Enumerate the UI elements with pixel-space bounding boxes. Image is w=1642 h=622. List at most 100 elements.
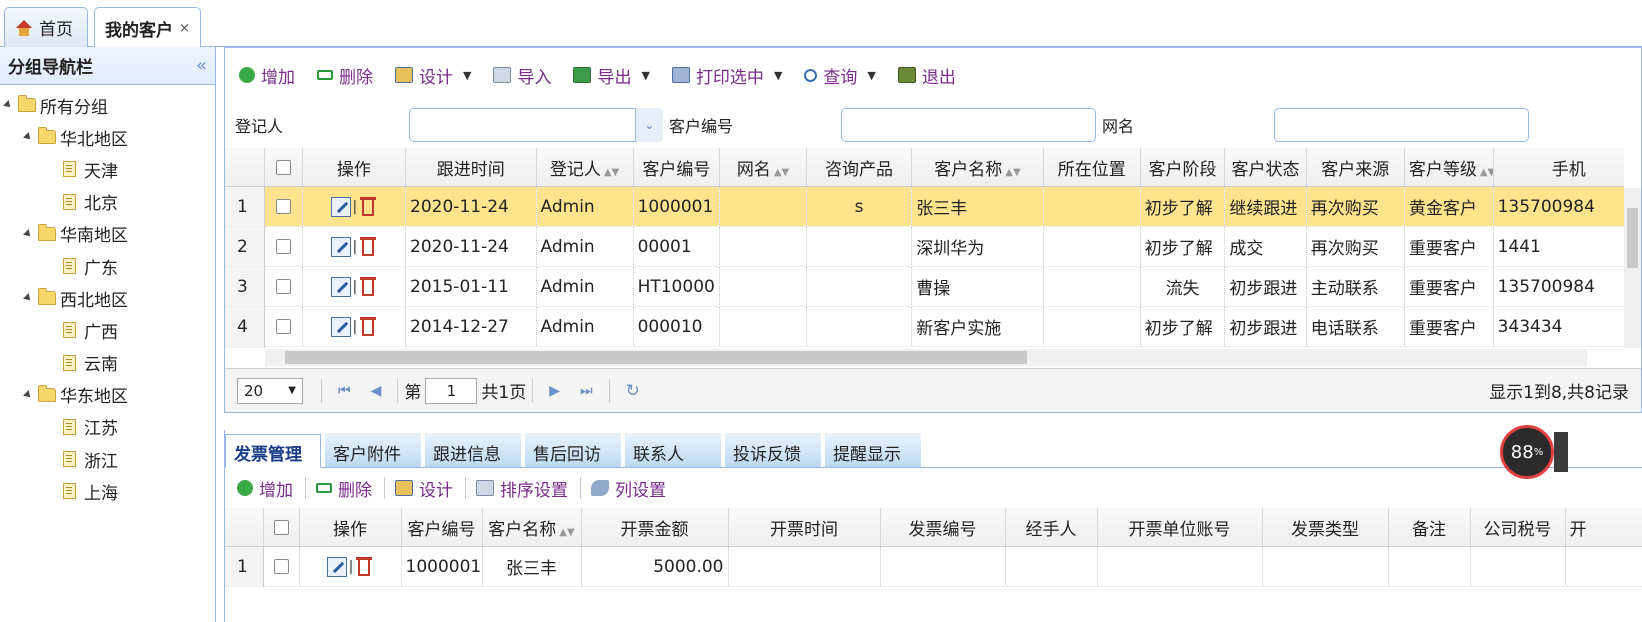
edit-icon[interactable]: [330, 196, 351, 217]
tree-node-beijing[interactable]: 北京: [0, 186, 215, 218]
select-all-checkbox[interactable]: [264, 148, 303, 187]
table-row[interactable]: 1 | 1000001 张三丰 5000.00: [225, 546, 1642, 587]
col-header-invoice-amount[interactable]: 开票金额: [581, 508, 729, 547]
tree-node-all-groups[interactable]: 所有分组: [0, 89, 215, 121]
trash-icon[interactable]: [359, 276, 377, 298]
delete-button[interactable]: 删除: [317, 63, 373, 88]
tab-attachments[interactable]: 客户附件: [325, 433, 421, 467]
tree-node-guangxi[interactable]: 广西: [0, 314, 215, 346]
tree-node-huabei[interactable]: 华北地区: [0, 121, 215, 153]
double-chevron-left-icon[interactable]: «: [196, 55, 207, 76]
col-header-account[interactable]: 开票单位账号: [1097, 508, 1263, 547]
refresh-icon[interactable]: ↻: [626, 381, 640, 401]
last-page-icon[interactable]: ⏭: [580, 383, 593, 399]
checkbox[interactable]: [275, 279, 291, 294]
dropdown-caret-icon[interactable]: ▼: [641, 69, 649, 82]
table-row[interactable]: 5: [225, 346, 1624, 348]
checkbox[interactable]: [273, 559, 289, 574]
tree-node-jiangsu[interactable]: 江苏: [0, 411, 215, 443]
tab-reminders[interactable]: 提醒显示: [825, 433, 921, 467]
detail-delete-button[interactable]: 删除: [316, 476, 372, 501]
expand-triangle-icon[interactable]: [23, 132, 33, 143]
trash-icon[interactable]: [355, 556, 373, 578]
registrant-input[interactable]: [409, 108, 663, 142]
dropdown-caret-icon[interactable]: ▼: [867, 69, 875, 82]
row-checkbox[interactable]: [264, 306, 303, 347]
row-checkbox[interactable]: [264, 226, 303, 267]
exit-button[interactable]: 退出: [897, 63, 956, 88]
col-header-customer-no[interactable]: 客户编号: [633, 148, 721, 187]
col-header-status[interactable]: 客户状态: [1224, 148, 1307, 187]
trash-icon[interactable]: [359, 316, 377, 338]
vertical-scrollbar[interactable]: [1624, 188, 1641, 348]
tree-node-guangdong[interactable]: 广东: [0, 250, 215, 282]
checkbox[interactable]: [275, 319, 291, 334]
print-selected-button[interactable]: 打印选中 ▼: [671, 63, 782, 88]
tab-home[interactable]: 首页: [4, 7, 88, 47]
tree-node-xibei[interactable]: 西北地区: [0, 282, 215, 314]
import-button[interactable]: 导入: [493, 63, 551, 88]
tab-invoice[interactable]: 发票管理: [225, 434, 321, 468]
checkbox[interactable]: [275, 239, 291, 254]
sort-icon[interactable]: ▲▼: [604, 167, 619, 178]
chevron-down-icon[interactable]: ⌄: [635, 108, 663, 142]
col-header-product[interactable]: 咨询产品: [806, 148, 913, 187]
export-button[interactable]: 导出 ▼: [573, 63, 650, 88]
col-header-customer-no[interactable]: 客户编号: [401, 508, 483, 547]
col-header-source[interactable]: 客户来源: [1306, 148, 1405, 187]
query-button[interactable]: 查询 ▼: [804, 63, 876, 88]
col-header-followup-time[interactable]: 跟进时间: [405, 148, 537, 187]
edit-icon[interactable]: [330, 276, 351, 297]
table-row[interactable]: 3 | 2015-01-11 Admin HT10000 曹操 流失 初步跟进 …: [225, 266, 1624, 307]
first-page-icon[interactable]: ⏮: [338, 383, 351, 399]
col-header-net-name[interactable]: 网名 ▲▼: [719, 148, 807, 187]
col-header-level[interactable]: 客户等级▲▼: [1404, 148, 1494, 187]
expand-triangle-icon[interactable]: [23, 389, 33, 400]
detail-add-button[interactable]: 增加: [237, 476, 293, 501]
edit-icon[interactable]: [330, 236, 351, 257]
col-header-customer-name[interactable]: 客户名称 ▲▼: [482, 508, 582, 547]
select-all-checkbox[interactable]: [263, 508, 300, 547]
tree-node-huanan[interactable]: 华南地区: [0, 218, 215, 250]
trash-icon[interactable]: [359, 236, 377, 258]
col-header-invoice-type[interactable]: 发票类型: [1262, 508, 1389, 547]
sort-icon[interactable]: ▲▼: [774, 167, 789, 178]
row-checkbox[interactable]: [264, 186, 303, 227]
edit-icon[interactable]: [330, 316, 351, 337]
tab-aftersales[interactable]: 售后回访: [525, 433, 621, 467]
horizontal-scrollbar[interactable]: [265, 349, 1587, 366]
tree-node-huadong[interactable]: 华东地区: [0, 379, 215, 411]
col-header-phone[interactable]: 手机: [1493, 148, 1624, 187]
table-row[interactable]: 4 | 2014-12-27 Admin 000010 新客户实施 初步了解 初…: [225, 306, 1624, 347]
col-header-handler[interactable]: 经手人: [1005, 508, 1098, 547]
close-icon[interactable]: ×: [179, 21, 190, 36]
column-settings-button[interactable]: 列设置: [591, 476, 666, 501]
tree-node-yunnan[interactable]: 云南: [0, 347, 215, 379]
customer-no-input[interactable]: [841, 108, 1096, 142]
dropdown-caret-icon[interactable]: ▼: [774, 69, 782, 82]
tab-contacts[interactable]: 联系人: [625, 433, 721, 467]
scroll-thumb[interactable]: [1627, 208, 1638, 268]
scroll-thumb[interactable]: [285, 351, 1027, 364]
cpu-usage-widget[interactable]: 88%: [1500, 425, 1554, 479]
sort-icon[interactable]: ▲▼: [559, 527, 574, 538]
col-header-stage[interactable]: 客户阶段: [1140, 148, 1226, 187]
page-size-select[interactable]: 20 ▼: [237, 377, 303, 404]
tree-node-zhejiang[interactable]: 浙江: [0, 443, 215, 475]
tree-node-tianjin[interactable]: 天津: [0, 153, 215, 185]
tree-node-shanghai[interactable]: 上海: [0, 475, 215, 507]
expand-triangle-icon[interactable]: [23, 293, 33, 304]
design-button[interactable]: 设计 ▼: [395, 63, 471, 88]
checkbox[interactable]: [275, 199, 291, 214]
col-header-remark[interactable]: 备注: [1388, 508, 1471, 547]
col-header-location[interactable]: 所在位置: [1043, 148, 1141, 187]
add-button[interactable]: 增加: [239, 63, 295, 88]
trash-icon[interactable]: [359, 196, 377, 218]
table-row[interactable]: 2 | 2020-11-24 Admin 00001 深圳华为 初步了解 成交 …: [225, 226, 1624, 267]
col-header-invoice-no[interactable]: 发票编号: [880, 508, 1006, 547]
expand-triangle-icon[interactable]: [23, 228, 33, 239]
net-name-input[interactable]: [1274, 108, 1529, 142]
checkbox[interactable]: [275, 159, 291, 175]
page-number-input[interactable]: 1: [425, 377, 478, 404]
table-row[interactable]: 1 | 2020-11-24 Admin 1000001 s 张三丰 初步了解 …: [225, 186, 1624, 227]
